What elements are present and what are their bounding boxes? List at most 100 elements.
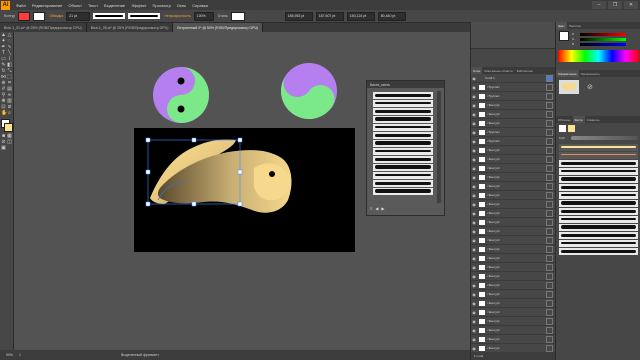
layer-target-icon[interactable] — [546, 335, 553, 343]
brush-artwork[interactable] — [134, 128, 355, 252]
visibility-eye-icon[interactable]: ◉ — [471, 310, 477, 315]
visibility-eye-icon[interactable]: ◉ — [471, 211, 477, 216]
tab-blob-01[interactable]: Blob-1_01.ai* @ 25% (RGB/Предпросмотр GP… — [0, 23, 87, 32]
tab-artboards[interactable]: Монтажные области — [482, 67, 514, 74]
layer-row[interactable]: ◉ <Группа> — [471, 128, 555, 137]
layer-row[interactable]: ◉ <Группа> — [471, 137, 555, 146]
tab-swatches[interactable]: Образцы — [556, 116, 573, 123]
visibility-eye-icon[interactable]: ◉ — [471, 346, 477, 351]
layer-row[interactable]: ◉ <Контур> — [471, 146, 555, 155]
brush-item[interactable] — [373, 116, 433, 123]
brush-item[interactable] — [559, 152, 638, 159]
brush-swatches[interactable] — [559, 125, 638, 132]
tab-embedded-2[interactable]: Встроенный 2* @ 50% (RGB/Предпросмотр GP… — [173, 23, 264, 32]
visibility-eye-icon[interactable]: ◉ — [471, 121, 477, 126]
brush-item[interactable] — [559, 184, 638, 191]
layer-target-icon[interactable] — [546, 227, 553, 235]
visibility-eye-icon[interactable]: ◉ — [471, 130, 477, 135]
brush-library-title[interactable]: Кисти_кисть — [367, 81, 444, 88]
brush-item[interactable] — [373, 140, 433, 147]
layer-target-icon[interactable] — [546, 74, 553, 82]
layer-row[interactable]: ◉ <Контур> — [471, 200, 555, 209]
brush-item[interactable] — [373, 132, 433, 139]
layer-target-icon[interactable] — [546, 155, 553, 163]
layer-target-icon[interactable] — [546, 281, 553, 289]
visibility-eye-icon[interactable]: ◉ — [471, 112, 477, 117]
visibility-eye-icon[interactable]: ◉ — [471, 283, 477, 288]
layer-row[interactable]: ◉ <Контур> — [471, 317, 555, 326]
artboard[interactable] — [134, 128, 355, 252]
zoom-tool-icon[interactable]: ⌕ — [7, 111, 12, 116]
visibility-eye-icon[interactable]: ◉ — [471, 148, 477, 153]
stroke-swatch[interactable] — [33, 11, 46, 21]
layer-target-icon[interactable] — [546, 326, 553, 334]
brush-item[interactable] — [559, 232, 638, 239]
layer-row[interactable]: ◉ <Контур> — [471, 155, 555, 164]
brush-item[interactable] — [373, 172, 433, 179]
layer-row[interactable]: ◉ <Контур> — [471, 164, 555, 173]
layer-row[interactable]: ◉ <Контур> — [471, 263, 555, 272]
layer-row[interactable]: ◉ <Контур> — [471, 227, 555, 236]
visibility-eye-icon[interactable]: ◉ — [471, 229, 477, 234]
brush-item[interactable] — [373, 156, 433, 163]
tab-symbols[interactable]: Символы — [585, 116, 602, 123]
layer-target-icon[interactable] — [546, 344, 553, 352]
visibility-eye-icon[interactable]: ◉ — [471, 94, 477, 99]
tab-appearance[interactable]: Оформление — [556, 70, 579, 77]
tab-color[interactable]: Цвет — [556, 22, 567, 29]
visibility-eye-icon[interactable]: ◉ — [471, 166, 477, 171]
brush-item[interactable] — [559, 200, 638, 207]
visibility-eye-icon[interactable]: ◉ — [471, 139, 477, 144]
brush-item[interactable] — [559, 160, 638, 167]
layer-row[interactable]: ◉ <Контур> — [471, 245, 555, 254]
layer-target-icon[interactable] — [546, 110, 553, 118]
red-slider[interactable] — [580, 33, 626, 36]
layer-row[interactable]: ◉ <Контур> — [471, 191, 555, 200]
layer-row[interactable]: ◉ <Контур> — [471, 254, 555, 263]
layer-target-icon[interactable] — [546, 191, 553, 199]
visibility-eye-icon[interactable]: ◉ — [471, 76, 477, 81]
visibility-eye-icon[interactable]: ◉ — [471, 85, 477, 90]
visibility-eye-icon[interactable]: ◉ — [471, 175, 477, 180]
opacity-label[interactable]: Непрозрачность — [164, 14, 191, 18]
fill-swatch[interactable] — [18, 11, 31, 21]
layer-name[interactable]: Слой 1 — [485, 76, 495, 80]
visibility-eye-icon[interactable]: ◉ — [471, 103, 477, 108]
variable-width-preview[interactable] — [93, 13, 126, 19]
visibility-eye-icon[interactable]: ◉ — [471, 193, 477, 198]
brush-item[interactable] — [559, 192, 638, 199]
menu-object[interactable]: Объект — [68, 3, 82, 8]
tab-transparency[interactable]: Прозрачность — [579, 70, 602, 77]
yin-yang-circle-right[interactable] — [280, 62, 338, 120]
brush-item[interactable] — [559, 248, 638, 255]
layer-target-icon[interactable] — [546, 128, 553, 136]
artboard-number[interactable]: 1 — [19, 353, 21, 357]
swatch[interactable] — [568, 125, 575, 132]
brush-item[interactable] — [559, 168, 638, 175]
drawing-mode-icon[interactable]: ◫ — [7, 140, 12, 145]
visibility-eye-icon[interactable]: ◉ — [471, 319, 477, 324]
brush-item[interactable] — [373, 92, 433, 99]
layer-target-icon[interactable] — [546, 101, 553, 109]
visibility-eye-icon[interactable]: ◉ — [471, 337, 477, 342]
layer-target-icon[interactable] — [546, 254, 553, 262]
tab-blob-05[interactable]: Blob-1_05.ai* @ 25% (RGB/Предпросмотр GP… — [87, 23, 174, 32]
layer-row[interactable]: ◉ <Контур> — [471, 308, 555, 317]
color-sliders[interactable]: R G B — [559, 31, 638, 46]
opacity-field[interactable]: 100% — [193, 11, 214, 21]
brush-list[interactable] — [370, 91, 436, 203]
restore-button[interactable]: ❐ — [608, 1, 622, 9]
layer-target-icon[interactable] — [546, 173, 553, 181]
brush-item[interactable] — [373, 188, 433, 195]
width-field[interactable]: 150,124 pt — [346, 11, 375, 21]
brush-size-preview[interactable] — [570, 136, 638, 140]
visibility-eye-icon[interactable]: ◉ — [471, 265, 477, 270]
layer-row[interactable]: ◉ <Контур> — [471, 335, 555, 344]
visibility-eye-icon[interactable]: ◉ — [471, 301, 477, 306]
visibility-eye-icon[interactable]: ◉ — [471, 220, 477, 225]
brush-definition-preview[interactable] — [128, 13, 161, 19]
layer-target-icon[interactable] — [546, 218, 553, 226]
layer-target-icon[interactable] — [546, 236, 553, 244]
brush-item[interactable] — [559, 144, 638, 151]
layer-row[interactable]: ◉ <Контур> — [471, 236, 555, 245]
